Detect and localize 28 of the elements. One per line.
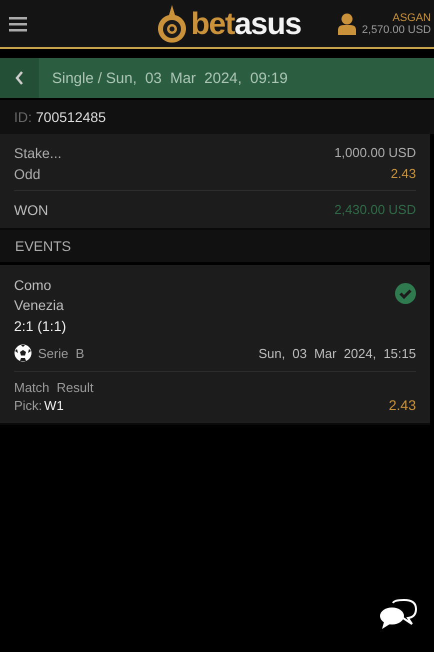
odd-value: 2.43 [388, 397, 416, 413]
username: ASGAN [392, 12, 431, 24]
balance: 2,570.00 USD [362, 24, 431, 36]
title-separator: / [98, 70, 102, 86]
summary-label: Stake... [14, 144, 62, 160]
logo-wordmark: betasus [190, 6, 302, 42]
summary-value: 1,000.00 USD [334, 145, 416, 160]
id-value: 700512485 [36, 109, 106, 125]
odd-value: 2.43 [390, 166, 416, 181]
soccer-ball-icon [14, 344, 32, 362]
score: 2:1 (1:1) [14, 317, 66, 336]
team-name: Venezia [14, 296, 65, 315]
back-button[interactable] [0, 58, 39, 98]
bet-date: Sun, 03 Mar 2024, 09:19 [106, 70, 288, 86]
team-name: Como [14, 276, 52, 295]
bet-type: Single [52, 70, 94, 86]
result-label: WON [14, 202, 48, 218]
event-date: Sun, 03 Mar 2024, 15:15 [258, 346, 416, 360]
market-name: Match Result [14, 379, 94, 397]
pick-label: Pick: [14, 398, 42, 412]
league-name: Serie B [38, 346, 84, 360]
id-label: ID: [14, 109, 32, 125]
user-icon[interactable] [338, 12, 356, 34]
section-title: EVENTS [15, 238, 72, 254]
chevron-left-icon [15, 71, 24, 85]
result-amount: 2,430.00 USD [334, 202, 416, 217]
pick-value: W1 [44, 398, 64, 412]
summary-label: Odd [14, 166, 40, 182]
